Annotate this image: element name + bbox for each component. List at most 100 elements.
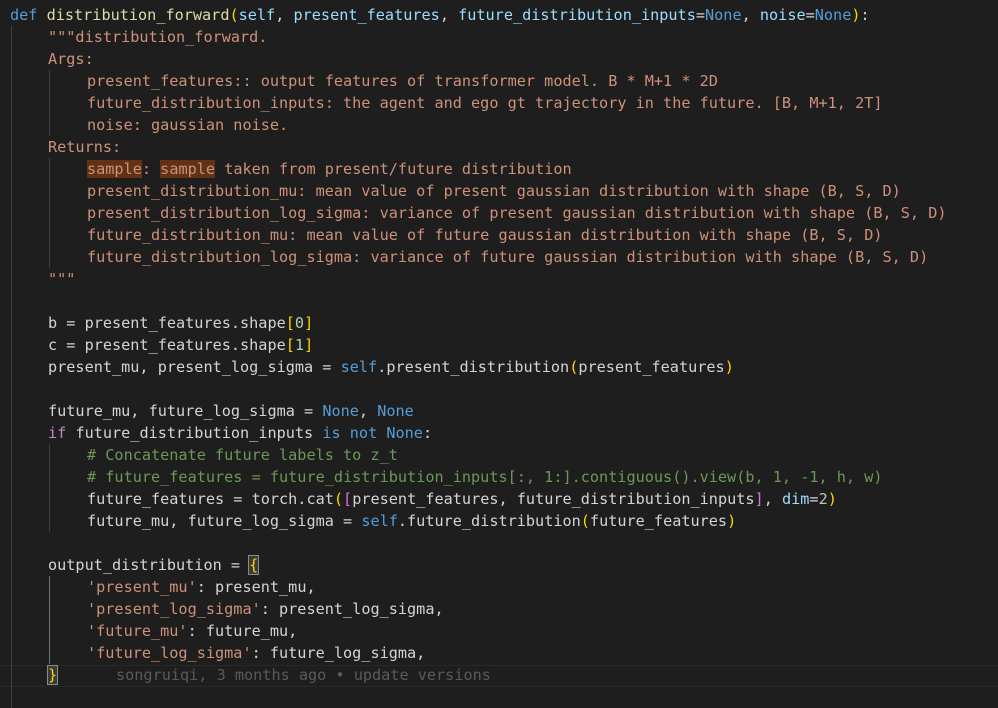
- indent-guide: [49, 70, 50, 136]
- docstring-line: future_distribution_inputs: the agent an…: [87, 94, 883, 112]
- paren: ): [827, 490, 837, 508]
- code-editor[interactable]: def distribution_forward(self, present_f…: [0, 0, 998, 708]
- docstring-text: :: [141, 160, 161, 178]
- comma: ,: [439, 6, 459, 24]
- paren: (: [229, 6, 239, 24]
- comma: ,: [275, 6, 294, 24]
- none-literal: None: [377, 402, 414, 420]
- docstring-line: """distribution_forward.: [48, 28, 268, 46]
- dict-entry: 'future_mu': future_mu,: [87, 620, 297, 642]
- bracket: [: [285, 314, 295, 332]
- none-literal: None: [814, 6, 852, 24]
- comma: ,: [741, 6, 760, 24]
- indent-guide: [49, 158, 50, 268]
- def-keyword: def: [10, 6, 38, 24]
- dict-entry: 'present_mu': present_mu,: [87, 576, 316, 598]
- search-highlight: sample: [87, 160, 142, 178]
- dict-key: 'future_log_sigma': [87, 644, 252, 662]
- colon: :: [422, 424, 433, 442]
- code-text: present_features: [578, 358, 725, 376]
- comment-line: # Concatenate future labels to z_t: [87, 446, 398, 464]
- dict-key: 'present_log_sigma': [87, 600, 261, 618]
- comma: ,: [763, 490, 782, 508]
- docstring-line: future_distribution_log_sigma: variance …: [87, 248, 929, 266]
- bracket: ]: [754, 490, 764, 508]
- indent-guide: [49, 576, 50, 664]
- matched-brace: }: [46, 665, 59, 685]
- param-noise: noise: [759, 6, 806, 24]
- bracket: ]: [304, 336, 314, 354]
- dict-value: : present_log_sigma,: [260, 600, 444, 618]
- code-text: output_distribution =: [48, 556, 250, 574]
- docstring-line: Returns:: [48, 138, 122, 156]
- docstring-line: future_distribution_mu: mean value of fu…: [87, 226, 883, 244]
- dict-value: : future_log_sigma,: [251, 644, 426, 662]
- code-line-b: b = present_features.shape[0]: [48, 312, 313, 334]
- code-line-future-dist: future_mu, future_log_sigma = self.futur…: [87, 510, 736, 532]
- comma: ,: [358, 402, 378, 420]
- number-literal: 1: [294, 336, 305, 354]
- bracket: [: [285, 336, 295, 354]
- number-literal: 2: [818, 490, 828, 508]
- self-keyword: self: [361, 512, 398, 530]
- code-text: future_mu, future_log_sigma =: [87, 512, 362, 530]
- code-text: future_features: [589, 512, 728, 530]
- param-self: self: [238, 6, 276, 24]
- code-line-close-brace: }: [46, 664, 59, 686]
- code-text: b = present_features.shape: [48, 314, 286, 332]
- param-future-inputs: future_distribution_inputs: [458, 6, 696, 24]
- code-text: present_features, future_distribution_in…: [352, 490, 755, 508]
- is-keyword: is: [322, 424, 341, 442]
- docstring-line: sample: sample taken from present/future…: [87, 158, 572, 180]
- code-line-future-init: future_mu, future_log_sigma = None, None: [48, 400, 414, 422]
- search-highlight: sample: [160, 160, 216, 178]
- paren: (: [580, 512, 590, 530]
- colon: :: [860, 6, 870, 24]
- equals: =: [809, 490, 819, 508]
- dict-key: 'future_mu': [87, 622, 188, 640]
- git-blame-annotation[interactable]: songruiqi, 3 months ago • update version…: [116, 664, 491, 686]
- paren: ): [851, 6, 861, 24]
- code-line-c: c = present_features.shape[1]: [48, 334, 313, 356]
- if-keyword: if: [48, 424, 67, 442]
- none-literal: None: [322, 402, 359, 420]
- dict-key: 'present_mu': [87, 578, 197, 596]
- dict-value: : future_mu,: [187, 622, 298, 640]
- code-text: future_features = torch.cat: [87, 490, 334, 508]
- none-literal: None: [705, 6, 742, 24]
- number-literal: 0: [294, 314, 305, 332]
- method-call: .future_distribution: [397, 512, 581, 530]
- bracket: [: [343, 490, 353, 508]
- code-line-torch-cat: future_features = torch.cat([present_fea…: [87, 488, 837, 510]
- indent-guide: [49, 444, 50, 532]
- dict-entry: 'present_log_sigma': present_log_sigma,: [87, 598, 444, 620]
- paren: (: [569, 358, 579, 376]
- param-present-features: present_features: [293, 6, 440, 24]
- method-call: .present_distribution: [377, 358, 570, 376]
- not-keyword: not: [349, 424, 378, 442]
- code-text: future_mu, future_log_sigma =: [48, 402, 323, 420]
- docstring-line: present_features:: output features of tr…: [87, 72, 718, 90]
- comment-line: # future_features = future_distribution_…: [87, 468, 883, 486]
- docstring-line: noise: gaussian noise.: [87, 116, 289, 134]
- paren: ): [724, 358, 734, 376]
- paren: ): [727, 512, 737, 530]
- dict-entry: 'future_log_sigma': future_log_sigma,: [87, 642, 425, 664]
- docstring-line: present_distribution_mu: mean value of p…: [87, 182, 901, 200]
- docstring-line: """: [48, 270, 76, 288]
- docstring-text: taken from present/future distribution: [215, 160, 572, 178]
- code-text: future_distribution_inputs: [66, 424, 323, 442]
- equals: =: [805, 6, 815, 24]
- indent-guide: [11, 26, 12, 708]
- docstring-line: Args:: [48, 50, 94, 68]
- code-text: present_mu, present_log_sigma =: [48, 358, 341, 376]
- paren: (: [333, 490, 344, 508]
- kwarg-dim: dim: [781, 490, 810, 508]
- code-line-if: if future_distribution_inputs is not Non…: [48, 422, 432, 444]
- bracket: ]: [304, 314, 314, 332]
- code-line-def: def distribution_forward(self, present_f…: [10, 4, 870, 26]
- dict-value: : present_mu,: [196, 578, 316, 596]
- function-name: distribution_forward: [46, 6, 230, 24]
